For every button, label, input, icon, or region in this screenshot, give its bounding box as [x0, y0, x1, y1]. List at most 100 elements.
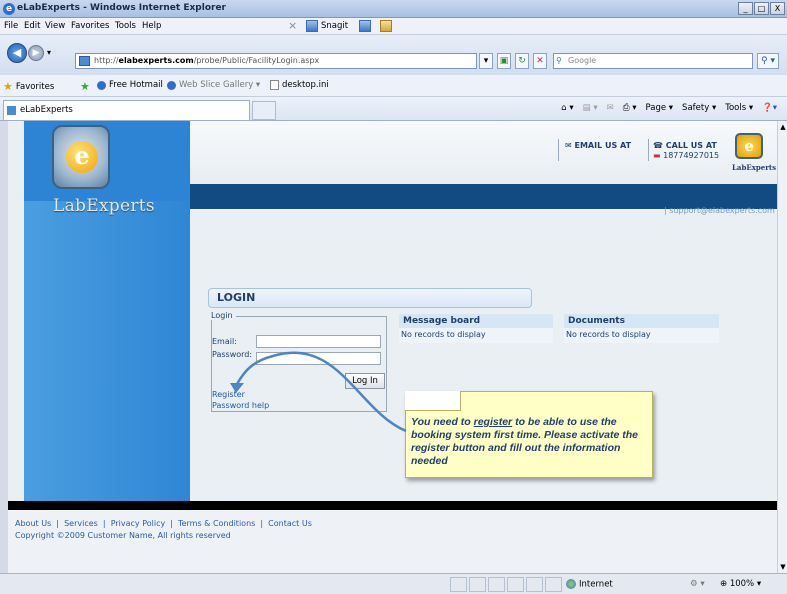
fav-free-hotmail[interactable]: Free Hotmail	[97, 80, 163, 90]
search-icon: ⚲	[556, 56, 562, 65]
stop-button[interactable]: ✕	[533, 53, 547, 69]
maximize-button[interactable]: □	[754, 2, 769, 15]
footer-links[interactable]: About Us | Services | Privacy Policy | T…	[15, 519, 312, 528]
new-tab-button[interactable]	[252, 101, 276, 120]
password-field[interactable]	[256, 352, 381, 365]
fav-desktop-ini-label: desktop.ini	[282, 80, 329, 90]
login-heading: LOGIN	[208, 288, 532, 308]
search-button[interactable]: ⚲ ▾	[757, 53, 779, 69]
security-zone[interactable]: Internet	[566, 579, 613, 590]
mini-brand-name: LabExperts	[732, 163, 777, 172]
page-viewport: e LabExperts ✉ EMAIL US AT ☎ CALL US AT …	[8, 121, 777, 573]
status-cell	[450, 577, 467, 592]
tools-menu[interactable]: Tools ▾	[725, 103, 753, 113]
favorites-button[interactable]: ★ Favorites	[3, 80, 54, 93]
ie-logo-icon: e	[3, 3, 15, 15]
feeds-icon[interactable]: ▤ ▾	[583, 103, 598, 113]
ie-page-icon	[167, 80, 176, 90]
fav-desktop-ini[interactable]: desktop.ini	[270, 80, 329, 90]
menu-file[interactable]: File	[4, 21, 18, 31]
snagit-icon[interactable]	[306, 20, 318, 32]
callout-register-word: register	[473, 416, 513, 428]
copyright: Copyright ©2009 Customer Name, All right…	[15, 531, 231, 540]
menu-bar: File Edit View Favorites Tools Help × Sn…	[0, 18, 787, 35]
add-to-favorites-icon: ★	[80, 80, 90, 93]
add-favorite-button[interactable]: ★	[80, 80, 90, 93]
close-window-button[interactable]: X	[770, 2, 785, 15]
print-icon[interactable]: ⎙ ▾	[623, 103, 637, 113]
snagit-editor-icon[interactable]	[380, 20, 393, 32]
page-icon	[7, 106, 16, 115]
fav-web-slice-gallery[interactable]: Web Slice Gallery ▾	[167, 80, 260, 90]
url-prefix: http://	[94, 56, 119, 65]
snagit-capture-icon[interactable]	[359, 20, 372, 32]
menu-view[interactable]: View	[45, 21, 65, 31]
scroll-up-icon[interactable]: ▲	[779, 123, 787, 131]
tab-elabexperts[interactable]: eLabExperts	[3, 100, 250, 120]
recent-pages-chevron-icon[interactable]: ▾	[47, 48, 51, 57]
call-us-text: CALL US AT	[665, 141, 717, 150]
elabexperts-logo[interactable]: e	[52, 125, 110, 189]
window-controls: _ □ X	[738, 2, 785, 15]
menu-help[interactable]: Help	[142, 21, 161, 31]
forward-button[interactable]: ▶	[28, 45, 44, 61]
address-dropdown-button[interactable]: ▾	[479, 53, 493, 69]
status-cell	[488, 577, 505, 592]
support-email[interactable]: | support@elabexperts.com	[664, 206, 775, 215]
header-divider	[558, 139, 559, 161]
globe-icon	[566, 579, 576, 589]
email-us-label: EMAIL US AT	[574, 141, 632, 150]
footer-divider	[8, 501, 777, 510]
title-bar: e eLabExperts - Windows Internet Explore…	[0, 0, 787, 18]
compatibility-view-button[interactable]: ▣	[497, 53, 511, 69]
minimize-button[interactable]: _	[738, 2, 753, 15]
url-path: /probe/Public/FacilityLogin.aspx	[193, 56, 320, 65]
register-link[interactable]: Register	[212, 390, 245, 399]
snagit-toolbar: Snagit	[306, 20, 393, 32]
protected-mode-icon[interactable]: ⚙ ▾	[690, 579, 705, 589]
fav-web-slice-label: Web Slice Gallery ▾	[179, 80, 261, 90]
search-input[interactable]: ⚲ Google	[553, 53, 753, 69]
mail-icon[interactable]: ✉	[607, 103, 614, 113]
back-button[interactable]: ◀	[7, 43, 27, 63]
zoom-control[interactable]: ⊕ 100% ▾	[720, 579, 761, 589]
status-bar: Internet ⚙ ▾ ⊕ 100% ▾	[0, 573, 787, 594]
call-us-label: ☎ CALL US AT	[653, 141, 717, 150]
vertical-scrollbar[interactable]: ▲ ▼	[777, 121, 787, 573]
brand-name: LabExperts	[53, 196, 155, 216]
zoom-label: 100%	[729, 579, 755, 589]
refresh-button[interactable]: ↻	[515, 53, 529, 69]
menu-tools[interactable]: Tools	[115, 21, 136, 31]
menu-edit[interactable]: Edit	[24, 21, 40, 31]
login-button[interactable]: Log In	[345, 373, 385, 389]
snagit-label[interactable]: Snagit	[321, 21, 348, 31]
callout-text-before: You need to	[411, 416, 474, 428]
support-email-text: support@elabexperts.com	[669, 206, 775, 215]
flag-icon: ▬	[653, 151, 661, 160]
address-bar: ◀ ▶ ▾ http://elabexperts.com/probe/Publi…	[0, 35, 787, 75]
email-us-link[interactable]: ✉ EMAIL US AT	[565, 141, 631, 150]
url-input[interactable]: http://elabexperts.com/probe/Public/Faci…	[75, 53, 477, 69]
star-icon: ★	[3, 80, 13, 93]
favorites-bar: ★ Favorites ★ Free Hotmail Web Slice Gal…	[0, 75, 787, 97]
email-field[interactable]	[256, 335, 381, 348]
menu-favorites[interactable]: Favorites	[71, 21, 109, 31]
file-icon	[270, 80, 279, 90]
e-logo-icon: e	[66, 141, 98, 173]
ie-page-icon	[97, 80, 106, 90]
phone-text: 18774927015	[663, 151, 720, 160]
page-menu[interactable]: Page ▾	[646, 103, 674, 113]
phone-number: ▬ 18774927015	[653, 151, 719, 160]
help-icon[interactable]: ❓▾	[762, 103, 777, 113]
message-board-empty: No records to display	[399, 328, 553, 343]
home-icon[interactable]: ⌂ ▾	[561, 103, 573, 113]
status-cell	[507, 577, 524, 592]
safety-menu[interactable]: Safety ▾	[682, 103, 716, 113]
callout-fold	[405, 391, 461, 411]
password-help-link[interactable]: Password help	[212, 401, 269, 410]
password-label: Password:	[212, 350, 253, 359]
favorites-label: Favorites	[15, 81, 55, 92]
search-placeholder: Google	[568, 56, 597, 65]
scroll-down-icon[interactable]: ▼	[779, 563, 787, 571]
close-toolbar-icon[interactable]: ×	[288, 19, 297, 32]
